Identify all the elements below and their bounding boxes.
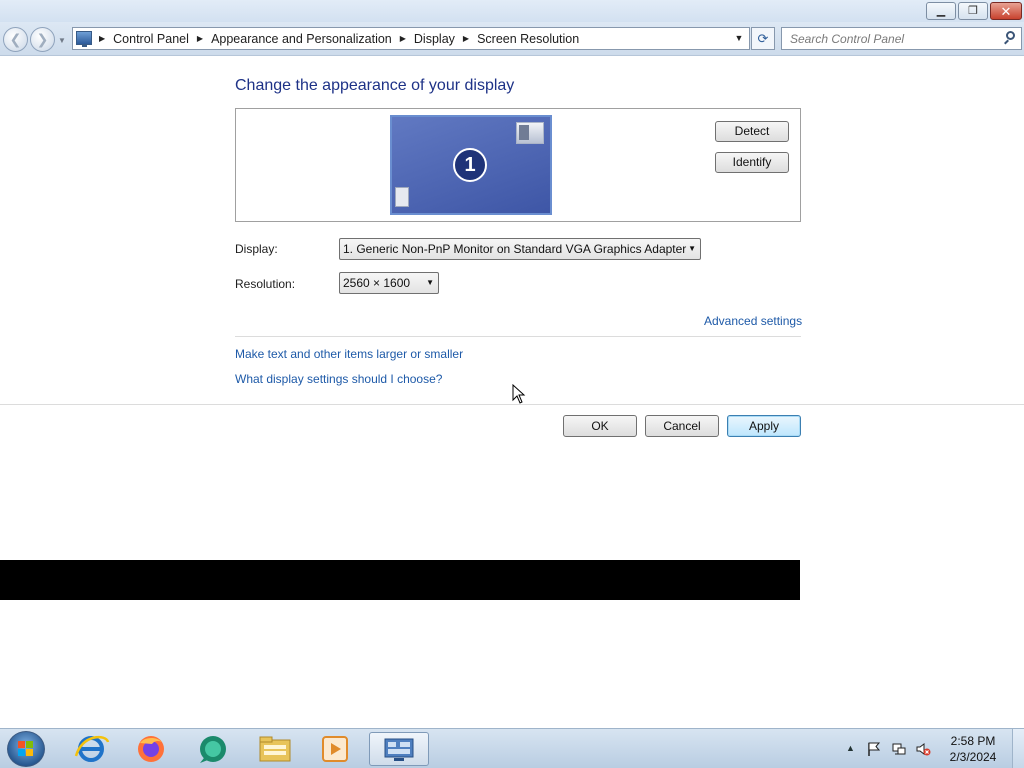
divider — [0, 404, 1024, 405]
display-select[interactable]: 1. Generic Non-PnP Monitor on Standard V… — [339, 238, 701, 260]
divider — [235, 336, 801, 337]
forward-button[interactable]: ❯ — [30, 27, 55, 52]
window-thumbnail-icon — [516, 122, 544, 144]
identify-button[interactable]: Identify — [715, 152, 789, 173]
display-help-link[interactable]: What display settings should I choose? — [235, 372, 442, 386]
breadcrumb-appearance[interactable]: Appearance and Personalization — [211, 32, 392, 46]
breadcrumb-display[interactable]: Display — [414, 32, 455, 46]
back-arrow-icon: ❮ — [9, 31, 22, 47]
chevron-right-icon[interactable]: ▶ — [197, 34, 203, 43]
control-panel-taskbar-button[interactable] — [369, 732, 429, 766]
breadcrumb-control-panel[interactable]: Control Panel — [113, 32, 189, 46]
advanced-settings-link[interactable]: Advanced settings — [704, 314, 802, 328]
forward-arrow-icon: ❯ — [36, 31, 49, 47]
refresh-button[interactable]: ⟳ — [751, 27, 775, 50]
content-area: Change the appearance of your display 1 … — [0, 57, 1024, 728]
ok-button[interactable]: OK — [563, 415, 637, 437]
monitor-number-badge: 1 — [453, 148, 487, 182]
start-button[interactable] — [7, 731, 45, 767]
chevron-down-icon[interactable]: ▼ — [731, 28, 747, 49]
back-button[interactable]: ❮ — [3, 27, 28, 52]
system-clock[interactable]: 2:58 PM 2/3/2024 — [940, 733, 1006, 765]
navigation-bar: ❮ ❯ ▼ ▶ Control Panel ▶ Appearance and P… — [0, 22, 1024, 56]
breadcrumb-screen-resolution[interactable]: Screen Resolution — [477, 32, 579, 46]
resolution-label: Resolution: — [235, 277, 296, 291]
page-title: Change the appearance of your display — [235, 77, 515, 94]
control-panel-icon — [76, 31, 92, 47]
mouse-pointer-icon — [512, 384, 526, 404]
recent-pages-dropdown-icon[interactable]: ▼ — [58, 36, 66, 45]
close-icon: ✕ — [1000, 4, 1012, 19]
monitor-preview-panel: 1 Detect Identify — [235, 108, 801, 222]
close-button[interactable]: ✕ — [990, 2, 1022, 20]
address-bar[interactable]: ▶ Control Panel ▶ Appearance and Persona… — [72, 27, 750, 50]
display-label: Display: — [235, 242, 278, 256]
minimize-icon: ▁ — [936, 5, 946, 17]
cancel-button[interactable]: Cancel — [645, 415, 719, 437]
clock-time: 2:58 PM — [950, 734, 996, 748]
apply-button[interactable]: Apply — [727, 415, 801, 437]
clock-date: 2/3/2024 — [949, 750, 997, 764]
file-explorer-icon[interactable] — [252, 732, 298, 766]
text-size-link[interactable]: Make text and other items larger or smal… — [235, 347, 463, 361]
search-box[interactable] — [781, 27, 1022, 50]
restore-icon: ❐ — [968, 5, 978, 17]
flag-icon[interactable] — [866, 741, 882, 757]
chevron-right-icon[interactable]: ▶ — [400, 34, 406, 43]
chevron-right-icon[interactable]: ▶ — [99, 34, 105, 43]
breadcrumb: ▶ Control Panel ▶ Appearance and Persona… — [99, 28, 579, 49]
windows-logo-icon — [18, 741, 34, 757]
monitor-preview[interactable]: 1 — [390, 115, 552, 215]
media-player-icon[interactable] — [312, 732, 358, 766]
detect-button[interactable]: Detect — [715, 121, 789, 142]
chevron-down-icon: ▼ — [426, 278, 434, 287]
show-desktop-button[interactable] — [1012, 729, 1024, 768]
restore-button[interactable]: ❐ — [958, 2, 988, 20]
black-overlay-bar — [0, 560, 800, 600]
firefox-icon[interactable] — [128, 732, 174, 766]
search-input[interactable] — [782, 28, 997, 49]
volume-muted-icon[interactable] — [915, 741, 931, 757]
search-icon[interactable] — [1003, 31, 1017, 45]
internet-explorer-icon[interactable] — [68, 732, 114, 766]
minimize-button[interactable]: ▁ — [926, 2, 956, 20]
media-app-icon[interactable] — [190, 732, 236, 766]
title-bar: ▁ ❐ ✕ — [0, 0, 1024, 22]
resolution-select-value: 2560 × 1600 — [343, 276, 411, 290]
network-icon[interactable] — [891, 741, 907, 757]
refresh-icon: ⟳ — [757, 31, 769, 46]
show-hidden-icons-icon[interactable]: ▲ — [846, 743, 855, 753]
chevron-down-icon: ▼ — [688, 244, 696, 253]
display-select-value: 1. Generic Non-PnP Monitor on Standard V… — [343, 242, 687, 256]
gadget-thumbnail-icon — [395, 187, 409, 207]
resolution-select[interactable]: 2560 × 1600 ▼ — [339, 272, 439, 294]
taskbar: ▲ 2:58 PM 2/3/2024 — [0, 728, 1024, 768]
chevron-right-icon[interactable]: ▶ — [463, 34, 469, 43]
